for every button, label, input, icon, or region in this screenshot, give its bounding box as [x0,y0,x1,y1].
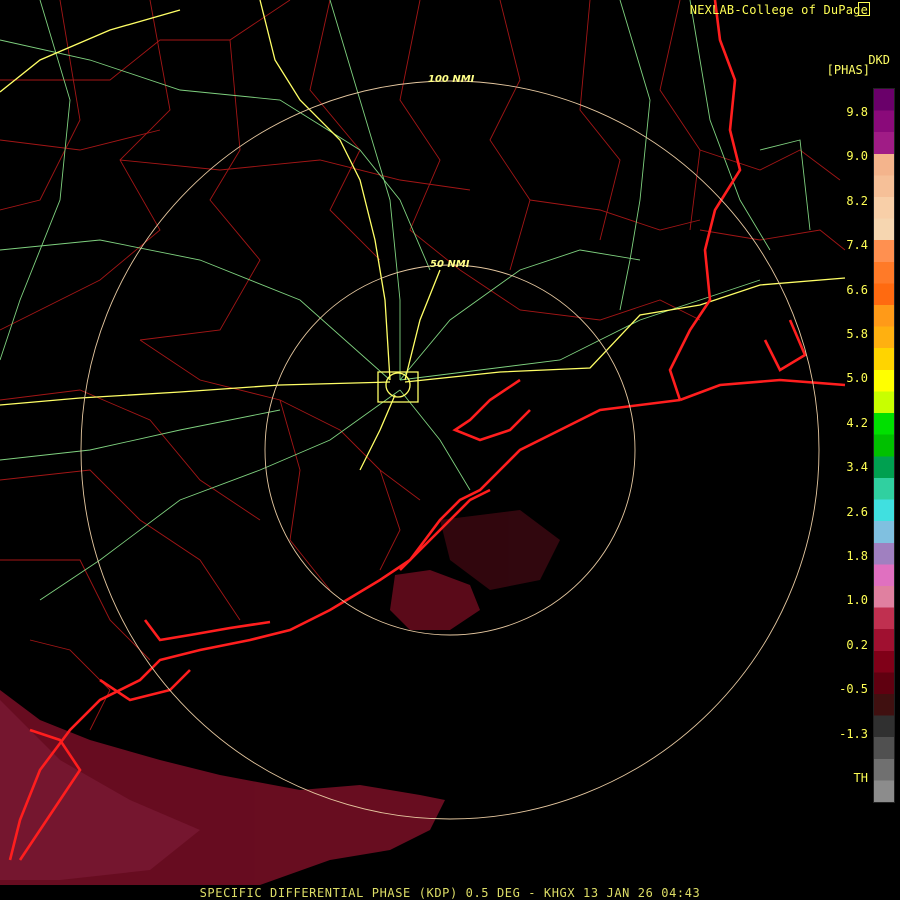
range-ring-label-100: 100 NMI [428,74,475,85]
color-scale-tick: 1.0 [846,593,868,608]
color-scale-tick: 6.6 [846,282,868,297]
product-code: DKD [868,53,890,67]
credit-label: NEXLAB-College of DuPage [689,3,868,17]
color-scale-tick: 9.8 [846,105,868,119]
color-scale-tick: 2.6 [846,504,868,519]
color-scale-tick: 9.0 [846,149,868,164]
color-scale-tick: 4.2 [846,415,868,430]
product-units: [PHAS] [826,63,870,77]
color-scale-tick: 3.4 [846,460,868,475]
product-footer: SPECIFIC DIFFERENTIAL PHASE (KDP) 0.5 DE… [199,886,701,900]
range-ring-label-50: 50 NMI [430,259,470,270]
color-scale-tick: 0.2 [846,637,868,652]
color-scale-tick: 1.8 [846,549,868,563]
radar-map: 100 NMI 50 NMI [0,0,900,900]
color-scale-tick: 5.0 [846,371,868,386]
color-scale-tick: 8.2 [846,193,868,208]
credit-icon [858,2,870,16]
color-scale-tick: TH [853,771,868,785]
color-scale-tick: 7.4 [846,238,868,253]
color-scale-tick: 5.8 [846,327,868,341]
color-scale-tick: -0.5 [839,682,868,697]
color-scale-tick: -1.3 [839,726,868,741]
color-scale-bar [873,88,895,803]
